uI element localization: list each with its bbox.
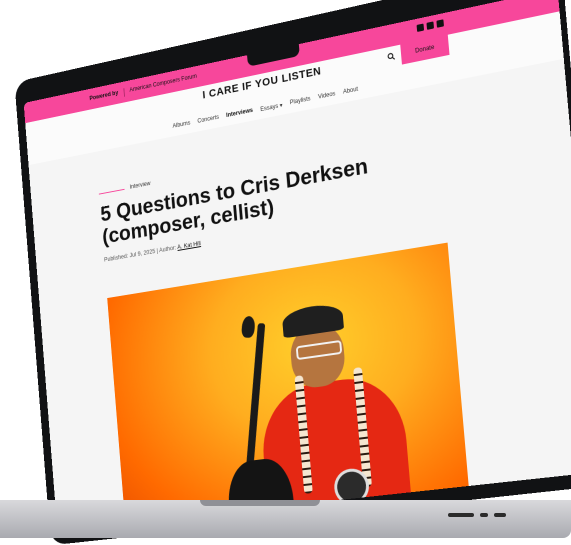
instagram-icon[interactable] [426, 21, 435, 30]
nav-item-concerts[interactable]: Concerts [197, 115, 219, 126]
feature-photo [107, 242, 471, 531]
social-links [416, 19, 444, 32]
nav-item-albums[interactable]: Albums [172, 120, 190, 130]
topbar-divider [123, 87, 125, 97]
port-card [494, 513, 506, 517]
article: Interview 5 Questions to Cris Derksen (c… [98, 121, 477, 264]
nav-item-playlists[interactable]: Playlists [290, 96, 311, 107]
author-link[interactable]: A. Kat Hill [177, 241, 201, 251]
base-groove [200, 500, 320, 506]
powered-by-label: Powered by [89, 90, 119, 103]
main-nav: Albums Concerts Interviews Essays ▾ Play… [172, 87, 358, 131]
port-hdmi [448, 513, 474, 517]
nav-item-about[interactable]: About [343, 87, 359, 97]
search-icon[interactable] [387, 52, 395, 62]
nav-item-videos[interactable]: Videos [318, 91, 336, 101]
cello-scroll [241, 315, 256, 338]
port-usb [480, 513, 488, 517]
side-ports [448, 513, 506, 517]
facebook-icon[interactable] [416, 23, 425, 32]
category-label[interactable]: Interview [129, 181, 150, 191]
laptop-mockup: Powered by American Composers Forum I CA… [0, 0, 571, 545]
publish-info: Published: Jul 9, 2025 | Author: [103, 245, 178, 264]
nav-item-interviews[interactable]: Interviews [226, 108, 253, 120]
category-rule [98, 188, 125, 195]
nav-item-essays[interactable]: Essays ▾ [260, 102, 283, 113]
youtube-icon[interactable] [436, 19, 444, 28]
